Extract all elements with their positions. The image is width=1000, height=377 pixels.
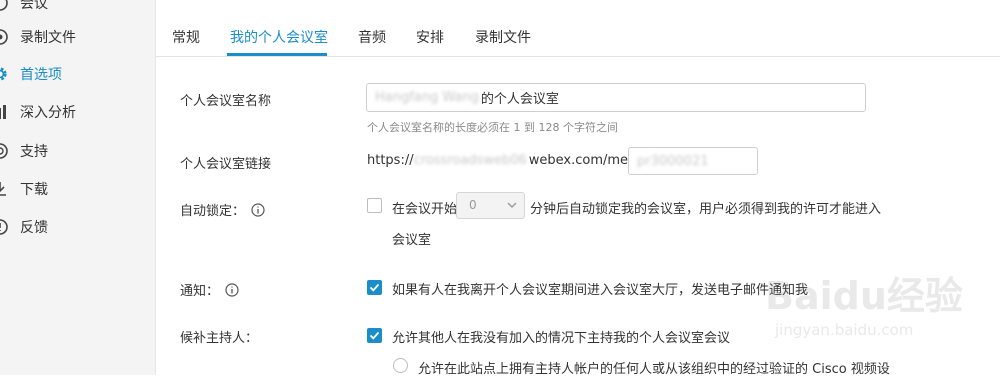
room-link-prefix: https:// [367, 153, 414, 168]
auto-lock-label-text: 自动锁定： [180, 204, 246, 219]
checkmark-icon [369, 283, 380, 292]
info-icon[interactable] [251, 202, 265, 217]
sidebar-item-label: 首选项 [20, 67, 62, 83]
sidebar-item-label: 深入分析 [20, 105, 76, 121]
room-name-suffix: 的个人会议室 [480, 92, 559, 107]
room-link-id-input[interactable]: pr3000021 [628, 147, 758, 175]
auto-lock-minutes-value: 0 [469, 198, 477, 212]
room-link-host: crossroadsweb06 [413, 153, 527, 168]
alternate-host-label: 候补主持人： [180, 331, 259, 346]
gear-icon [0, 65, 9, 83]
checkmark-icon [369, 331, 380, 340]
room-link-url: https://crossroadsweb06 webex.com/meet/ [367, 153, 646, 168]
tab-audio[interactable]: 音频 [358, 27, 386, 47]
sidebar-item-label: 录制文件 [20, 30, 76, 46]
tab-general[interactable]: 常规 [172, 27, 200, 47]
sidebar-item-label: 会议 [20, 0, 48, 12]
feedback-icon [0, 218, 9, 236]
alternate-host-checkbox[interactable] [367, 328, 382, 343]
alternate-host-option-radio[interactable] [393, 358, 408, 373]
room-link-id: pr3000021 [637, 153, 709, 169]
notify-label-text: 通知： [180, 284, 220, 299]
recordings-icon [0, 28, 9, 46]
notify-label: 通知： [180, 280, 239, 299]
baidu-watermark: Baidu经验 jingyan.baidu.com [765, 265, 995, 345]
notify-checkbox[interactable] [367, 280, 382, 295]
active-tab-indicator [227, 53, 327, 56]
auto-lock-checkbox[interactable] [367, 198, 382, 213]
room-name-input[interactable]: Hangfang Wang 的个人会议室 [366, 83, 866, 112]
auto-lock-text-wrap: 会议室 [392, 233, 432, 248]
analytics-icon [0, 103, 9, 121]
room-name-owner: Hangfang Wang [375, 90, 479, 105]
notify-text: 如果有人在我离开个人会议室期间进入会议室大厅，发送电子邮件通知我 [392, 283, 809, 298]
info-icon[interactable] [225, 282, 239, 297]
support-icon [0, 142, 9, 160]
tab-scheduling[interactable]: 安排 [416, 27, 444, 47]
sidebar-item-label: 支持 [20, 144, 48, 160]
auto-lock-text-after: 分钟后自动锁定我的会议室，用户必须得到我的许可才能进入 [530, 202, 882, 217]
alternate-host-text: 允许其他人在我没有加入的情况下主持我的个人会议室会议 [392, 331, 731, 346]
auto-lock-text-before: 在会议开始 [392, 202, 458, 217]
room-link-label: 个人会议室链接 [180, 157, 272, 172]
watermark-url: jingyan.baidu.com [775, 321, 914, 339]
chevron-down-icon [506, 199, 518, 214]
meetings-icon [0, 0, 9, 12]
alternate-host-option-text: 允许在此站点上拥有主持人帐户的任何人或从该组织中的经过验证的 Cisco 视频设 [418, 362, 890, 377]
sidebar-item-label: 下载 [20, 182, 48, 198]
auto-lock-minutes-select[interactable]: 0 [456, 192, 525, 219]
tab-my-personal-room[interactable]: 我的个人会议室 [230, 27, 328, 47]
download-icon [0, 180, 9, 198]
watermark-text: Baidu经验 [765, 274, 963, 318]
sidebar: 会议 录制文件 首选项 深入分析 支持 下载 反馈 [0, 0, 156, 375]
room-name-hint: 个人会议室名称的长度必须在 1 到 128 个字符之间 [367, 121, 618, 134]
room-name-label: 个人会议室名称 [180, 94, 272, 109]
sidebar-item-label: 反馈 [20, 220, 48, 236]
tab-recordings[interactable]: 录制文件 [475, 27, 531, 47]
auto-lock-label: 自动锁定： [180, 200, 265, 219]
